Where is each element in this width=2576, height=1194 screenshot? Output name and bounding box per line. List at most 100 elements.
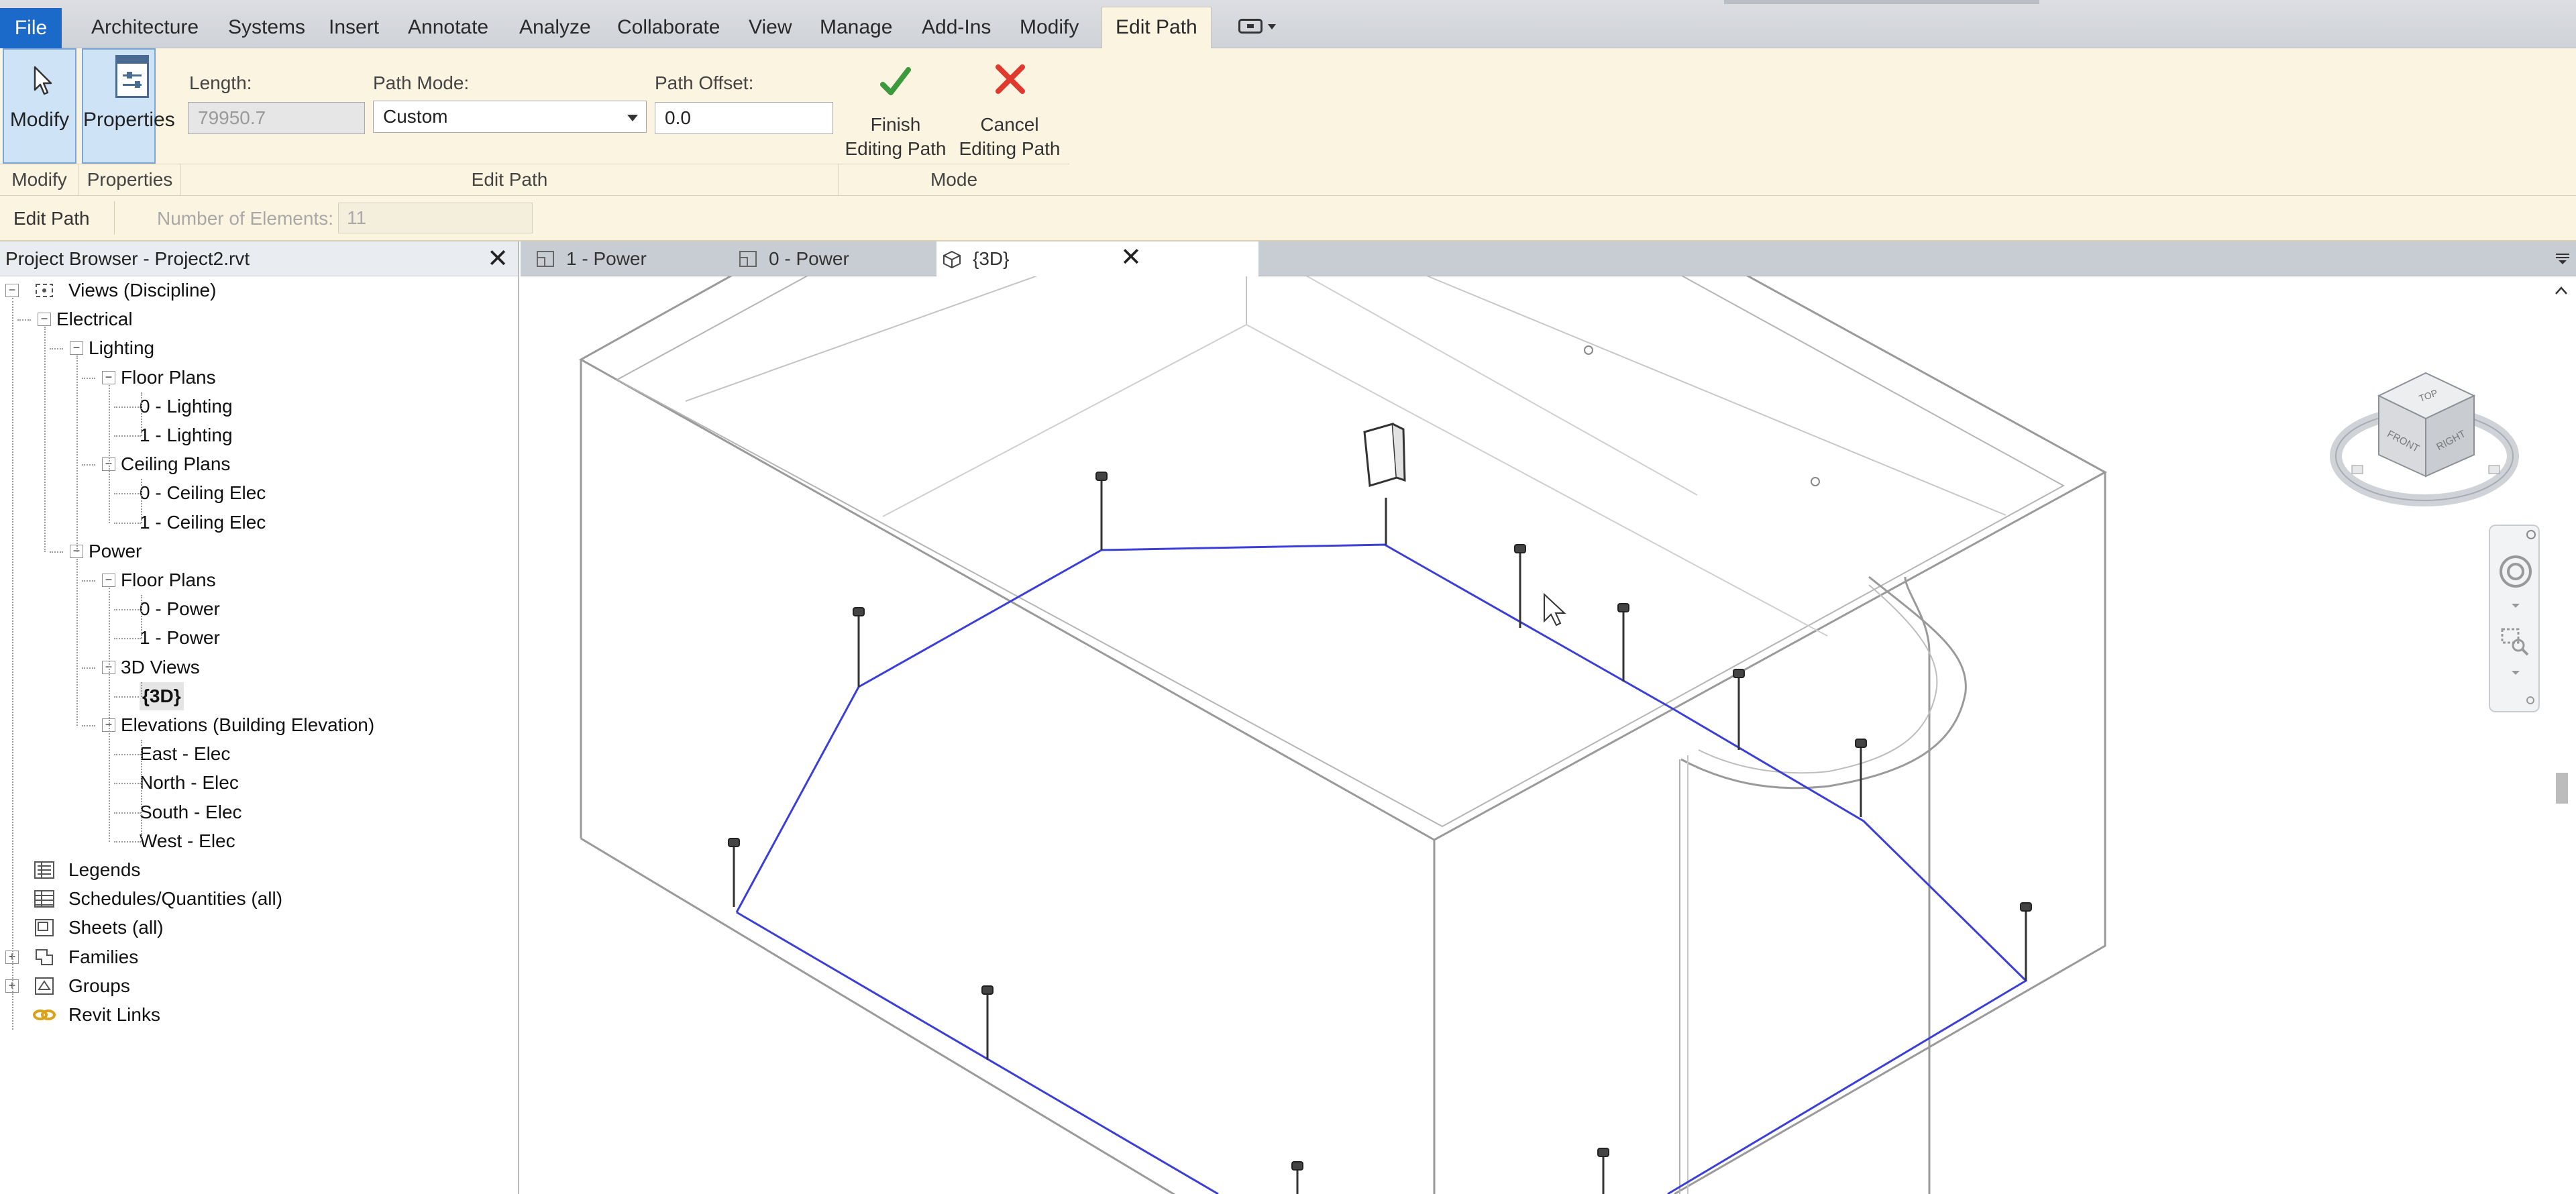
device-drops: [733, 479, 2027, 1194]
tree-item-electrical[interactable]: − Electrical: [0, 305, 518, 333]
3d-model-canvas[interactable]: [521, 276, 2545, 1194]
views-icon: [32, 280, 56, 301]
tab-analyze[interactable]: Analyze: [519, 11, 591, 44]
tab-view[interactable]: View: [749, 11, 792, 44]
tree-item-label: East - Elec: [140, 743, 231, 765]
cancel-label-line1: Cancel: [980, 114, 1039, 135]
tree-guide-line: [141, 740, 142, 842]
tab-systems[interactable]: Systems: [228, 11, 305, 44]
modify-button[interactable]: Modify: [3, 48, 76, 164]
cancel-editing-path-button[interactable]: Cancel Editing Path: [953, 54, 1067, 161]
conduit-path[interactable]: [735, 543, 2028, 1194]
schedules-icon: [32, 889, 56, 909]
tab-menu-icon[interactable]: [2555, 252, 2571, 266]
tree-item-east-elec[interactable]: East - Elec: [0, 740, 518, 768]
close-icon[interactable]: [2525, 529, 2537, 541]
tree-guide-line: [141, 392, 142, 436]
chevron-down-icon: [627, 115, 638, 121]
steering-wheel-icon[interactable]: [2498, 554, 2533, 589]
tree-item-south-elec[interactable]: South - Elec: [0, 798, 518, 826]
collapse-icon[interactable]: −: [70, 341, 83, 356]
tab-collaborate[interactable]: Collaborate: [617, 11, 720, 44]
zoom-region-icon[interactable]: [2500, 627, 2530, 657]
revit-links-icon: [32, 1005, 56, 1025]
tree-item-north-elec[interactable]: North - Elec: [0, 769, 518, 797]
collapse-icon[interactable]: −: [102, 370, 115, 384]
collapse-icon[interactable]: −: [38, 313, 51, 327]
number-of-elements-field: 11: [338, 203, 533, 233]
view-tab-3d[interactable]: {3D} ✕: [936, 241, 1258, 277]
path-offset-field[interactable]: 0.0: [655, 102, 833, 134]
chevron-down-icon[interactable]: [2510, 602, 2521, 609]
search-box[interactable]: [1724, 0, 2039, 4]
3d-viewport[interactable]: TOP FRONT RIGHT: [521, 276, 2576, 1194]
tree-item-label: Legends: [68, 859, 141, 880]
tree-connector: [114, 406, 141, 408]
finish-label-line1: Finish: [870, 114, 921, 135]
path-mode-value: Custom: [383, 106, 448, 127]
tree-item-label: Electrical: [56, 309, 133, 330]
tree-guide-line: [76, 558, 78, 726]
view-tab-1-power[interactable]: 1 - Power: [530, 241, 726, 276]
tab-modify[interactable]: Modify: [1020, 11, 1079, 44]
tab-insert[interactable]: Insert: [329, 11, 379, 44]
length-field: 79950.7: [188, 102, 365, 134]
vertical-scrollbar[interactable]: [2545, 276, 2576, 1194]
finish-editing-path-button[interactable]: Finish Editing Path: [839, 54, 953, 161]
close-tab-icon[interactable]: ✕: [1120, 240, 1142, 275]
close-icon[interactable]: ✕: [487, 246, 508, 272]
tree-item-label: 0 - Lighting: [140, 395, 233, 417]
tree-connector: [114, 812, 141, 814]
tree-item-views-discipline[interactable]: − Views (Discipline): [0, 276, 518, 305]
tab-edit-path[interactable]: Edit Path: [1102, 7, 1212, 48]
view-tab-0-power[interactable]: 0 - Power: [733, 241, 938, 276]
divider: [114, 201, 115, 235]
scrollbar-thumb[interactable]: [2556, 773, 2568, 804]
quick-access-display-icon[interactable]: [1238, 17, 1276, 35]
tree-connector: [50, 348, 63, 350]
families-icon: [32, 947, 56, 967]
tree-guide-line: [141, 479, 142, 523]
options-dot-icon[interactable]: [2525, 695, 2536, 706]
tree-item-label: West - Elec: [140, 830, 235, 851]
view-tab-bar: 1 - Power 0 - Power {3D} ✕: [521, 241, 2576, 277]
tree-guide-line: [109, 588, 110, 842]
options-mode-label: Edit Path: [13, 208, 90, 229]
tree-item-schedules-quantities-all[interactable]: Schedules/Quantities (all): [0, 885, 518, 913]
tree-connector: [114, 609, 141, 611]
tree-item-label: Groups: [68, 975, 130, 996]
tree-connector: [82, 725, 95, 726]
navigation-bar[interactable]: [2489, 525, 2540, 712]
chevron-down-icon[interactable]: [2510, 669, 2521, 676]
sheets-icon: [32, 918, 56, 938]
path-offset-label: Path Offset:: [655, 72, 754, 93]
tab-file[interactable]: File: [0, 8, 62, 48]
collapse-icon[interactable]: −: [5, 284, 19, 297]
electrical-panel[interactable]: [1363, 423, 1406, 487]
collapse-icon[interactable]: −: [102, 574, 115, 587]
view-tab-label: {3D}: [973, 248, 1010, 269]
tab-architecture[interactable]: Architecture: [91, 11, 199, 44]
tree-connector: [114, 754, 141, 756]
path-mode-select[interactable]: Custom: [373, 101, 647, 133]
tree-guide-line: [12, 298, 13, 1030]
properties-button[interactable]: Properties: [82, 48, 175, 164]
properties-label: Properties: [83, 109, 175, 131]
viewcube[interactable]: TOP FRONT RIGHT: [2325, 349, 2526, 517]
tree-item-families[interactable]: + Families: [0, 943, 518, 971]
tab-annotate[interactable]: Annotate: [408, 11, 488, 44]
tree-item-revit-links[interactable]: Revit Links: [0, 1001, 518, 1029]
floor-plan-icon: [537, 251, 554, 267]
panel-label-modify: Modify: [0, 164, 79, 195]
device-markers[interactable]: [728, 472, 2032, 1171]
panel-label-mode: Mode: [930, 169, 978, 190]
view-tab-label: 0 - Power: [769, 248, 849, 269]
tree-item-west-elec[interactable]: West - Elec: [0, 827, 518, 855]
tree-item-groups[interactable]: + Groups: [0, 972, 518, 1000]
tree-item-sheets-all[interactable]: Sheets (all): [0, 914, 518, 942]
scroll-up-arrow-icon[interactable]: [2555, 286, 2568, 295]
tab-manage[interactable]: Manage: [820, 11, 892, 44]
tab-add-ins[interactable]: Add-Ins: [922, 11, 991, 44]
tree-item-legends[interactable]: Legends: [0, 856, 518, 884]
tree-guide-line: [44, 327, 46, 552]
